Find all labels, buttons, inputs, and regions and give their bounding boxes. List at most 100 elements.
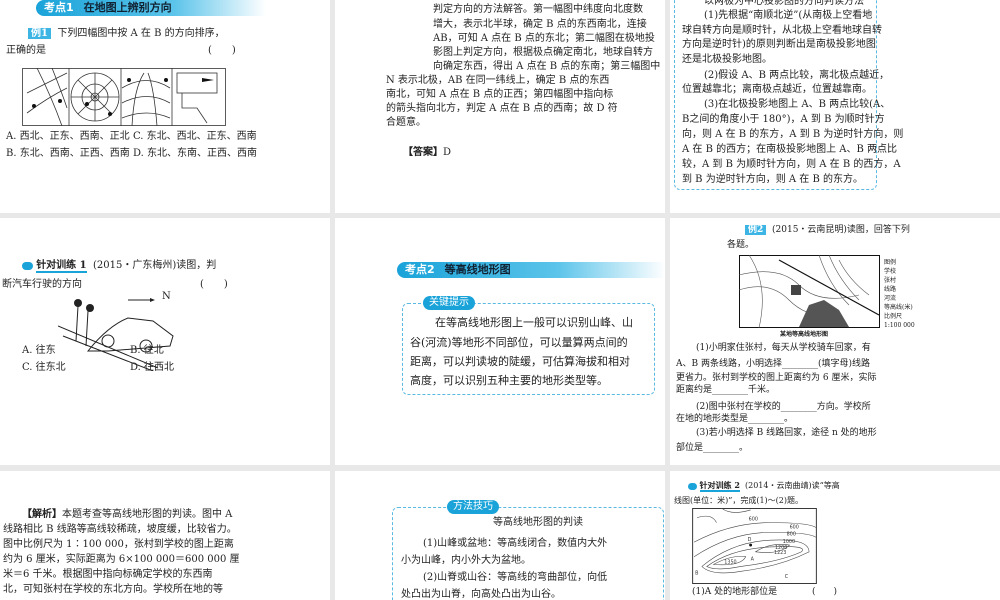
banner-number: 考点1 <box>44 1 74 14</box>
text-line: 北，可知张村在学校的东北方向。学校所在地的等 <box>3 584 223 595</box>
text-line: 高度，可以识别五种主要的地形类型等。 <box>410 374 608 387</box>
question-text: 下列四幅图中按 A 在 B 的方向排序， <box>57 28 225 39</box>
map-legend: 图例 学校 张村 线路 河流 等高线(米) 比例尺 1:100 000 <box>884 258 915 330</box>
text-line: 处凸出为山脊，向高处凸出为山谷。 <box>401 589 561 600</box>
slide-2[interactable]: 判定方向的方法解答。第一幅图中纬度向北度数 增大，表示北半球，确定 B 点的东西… <box>335 0 665 213</box>
answer: 【答案】D <box>403 147 451 159</box>
legend-title: 图例 <box>884 259 897 266</box>
text-line: 的箭头指向北方，判定 A 点在 B 点的西南；故 D 符 <box>386 103 618 114</box>
banner-title: 等高线地形图 <box>444 263 511 276</box>
text-line: 向，则 A 在 B 的东方，A 到 B 为逆时针方向，则 <box>682 129 904 140</box>
text-line: (1)小明家住张村，每天从学校骑车回家，有 <box>696 343 871 353</box>
text-line: 谷(河流)等地形不同部位，可以量算两点间的 <box>410 336 628 349</box>
text-line: 影图上判定方向，根据极点确定南北，地球自转方 <box>433 47 653 58</box>
legend-item: 张村 <box>884 277 897 284</box>
text-line: (3)在北极投影地图上 A、B 两点比较(A、 <box>704 99 891 110</box>
option-c: C. 往东北 <box>22 362 66 373</box>
exercise-header: 针对训练 1 (2015・广东梅州)读图，判 <box>22 260 217 273</box>
slide-7[interactable]: 【解析】本题考查等高线地形图的判读。图中 A 线路相比 B 线路等高线较稀疏，坡… <box>0 471 330 600</box>
text-line: 方向是逆时针)的原则判断出是南极投影地图 <box>682 39 876 50</box>
map-label: D <box>748 537 752 543</box>
example-tag: 例2 <box>745 225 767 235</box>
text-line: AB，可知 A 点在 B 点的东北；第二幅图在极地投 <box>433 33 655 44</box>
text-line: (2)图中张村在学校的________方向。学校所 <box>696 402 871 412</box>
arrow-circle-icon <box>22 261 33 270</box>
map-label: 600 <box>790 524 799 530</box>
question-text: (2015・云南昆明)读图，回答下列 <box>772 225 910 235</box>
question-text: 断汽车行驶的方向 <box>2 279 82 290</box>
option-b: B. 东北、西南、正西、西南 <box>6 148 130 159</box>
map-label: B <box>695 570 698 576</box>
text-line: 本题考查等高线地形图的判读。图中 A <box>62 509 233 520</box>
method-tag: 方法技巧 <box>447 500 499 514</box>
text-line: 距离约是________千米。 <box>676 385 776 395</box>
map-label: 1223 <box>774 550 786 556</box>
direction-figures <box>22 68 226 126</box>
text-line: 部位是________。 <box>676 443 749 453</box>
option-d: D. 往西北 <box>130 362 175 373</box>
answer-paren: ( ) <box>208 45 236 56</box>
text-line: 判定方向的方法解答。第一幅图中纬度向北度数 <box>433 4 643 15</box>
slide-5[interactable]: 考点2 等高线地形图 关键提示 在等高线地形图上一般可以识别山峰、山 谷(河流)等… <box>335 218 665 465</box>
map-label: 600 <box>749 517 758 523</box>
text-line: 还是北极投影地图。 <box>682 54 772 65</box>
arrow-circle-icon <box>688 482 697 490</box>
option-a: A. 往东 <box>22 345 56 356</box>
text-line: (2)山脊或山谷：等高线的弯曲部位，向低 <box>423 572 608 583</box>
option-a: A. 西北、正东、西南、正北 <box>6 131 130 142</box>
option-d: D. 东北、东南、正西、西南 <box>133 148 258 159</box>
text-line: 增大，表示北半球，确定 B 点的东西南北，连接 <box>433 19 647 30</box>
text-line: 在地的地形类型是________。 <box>676 414 794 424</box>
text-line: 约为 6 厘米，实际距离为 6×100 000＝600 000 厘 <box>3 554 240 565</box>
car-figure <box>58 298 174 371</box>
tip-title: 以两极为中心投影图的方向判读方法 <box>704 0 864 7</box>
question-text: 各题。 <box>727 240 755 250</box>
map-label: C <box>785 574 789 580</box>
text-line: 图中比例尺为 1∶100 000，张村到学校的图上距离 <box>3 539 234 550</box>
slide-9[interactable]: 针对训练 2 (2014・云南曲靖)读“等高 线图(单位：米)”，完成(1)～(… <box>670 471 1000 600</box>
answer-value: D <box>443 147 452 158</box>
slide-4[interactable]: 针对训练 1 (2015・广东梅州)读图，判 断汽车行驶的方向 ( ) N A.… <box>0 218 330 465</box>
exercise-title: 针对训练 1 <box>36 260 87 273</box>
legend-item: 河流 <box>884 295 897 302</box>
legend-item: 1:100 000 <box>884 322 915 329</box>
section-banner: 考点2 等高线地形图 <box>397 262 665 278</box>
text-line: 位置越靠北；离南极点越近，位置越靠南。 <box>682 84 872 95</box>
option-b: B. 往北 <box>130 345 164 356</box>
contour-map <box>739 255 880 328</box>
option-c: C. 东北、西北、正东、西南 <box>133 131 257 142</box>
slide-8[interactable]: 方法技巧 等高线地形图的判读 (1)山峰或盆地：等高线闭合，数值内大外 小为山峰… <box>335 471 665 600</box>
text-line: A、B 两条线路，小明选择________(填字母)线路 <box>676 359 870 369</box>
text-line: (2)假设 A、B 两点比较，离北极点越近， <box>704 70 890 81</box>
slide-6[interactable]: 例2 (2015・云南昆明)读图，回答下列 各题。 图例 学校 张村 线路 河流 等高线(… <box>670 218 1000 465</box>
question-text: (1)A 处的地形部位是 <box>692 587 778 597</box>
answer-paren: ( ) <box>200 279 228 290</box>
question-text: 正确的是 <box>6 45 46 56</box>
text-line: 线路相比 B 线路等高线较稀疏，坡度缓，比较省力。 <box>3 524 237 535</box>
question: 例1 下列四幅图中按 A 在 B 的方向排序， <box>28 28 225 40</box>
text-line: 米＝6 千米。根据图中指向标确定学校的东西南 <box>3 569 213 580</box>
contour-map: 6006008001000120012231350 ABCD <box>692 508 817 584</box>
slide-1[interactable]: 考点1 在地图上辨别方向 例1 下列四幅图中按 A 在 B 的方向排序， 正确的是… <box>0 0 330 213</box>
slide-3[interactable]: 以两极为中心投影图的方向判读方法 (1)先根据“南顺北逆”(从南极上空看地 球自… <box>670 0 1000 213</box>
map-label: 1350 <box>724 560 736 566</box>
question-text: (2014・云南曲靖)读“等高 <box>745 481 840 490</box>
text-line: 合题意。 <box>386 117 426 128</box>
legend-item: 线路 <box>884 286 897 293</box>
text-line: 南北，可知 A 点在 B 点的正西；第四幅图中指向标 <box>386 89 614 100</box>
question-text: 线图(单位：米)”，完成(1)～(2)题。 <box>674 496 803 505</box>
banner-number: 考点2 <box>405 263 435 276</box>
analysis-label: 【解析】 <box>22 509 62 520</box>
method-title: 等高线地形图的判读 <box>493 517 583 528</box>
question-text: (2015・广东梅州)读图，判 <box>93 260 217 271</box>
text-line: A 在 B 的西方；在南极投影地图上 A、B 两点比 <box>682 144 898 155</box>
map-caption: 某地等高线地形图 <box>780 331 829 338</box>
text-line: 向确定东西，得出 A 点在 B 点的东南；第三幅图中 <box>433 61 661 72</box>
banner-title: 在地图上辨别方向 <box>83 1 172 14</box>
text-line: 球自转方向是顺时针，从北极上空看地球自转 <box>682 25 882 36</box>
text-line: 到 B 为逆时针方向，则 A 在 B 的东方。 <box>682 174 863 185</box>
text-line: 距离，可以判读坡的陡缓，可估算海拔和相对 <box>410 355 630 368</box>
example-tag: 例1 <box>28 28 51 39</box>
analysis-first-line: 【解析】本题考查等高线地形图的判读。图中 A <box>22 509 232 521</box>
text-line: (3)若小明选择 B 线路回家，途径 n 处的地形 <box>696 428 877 438</box>
